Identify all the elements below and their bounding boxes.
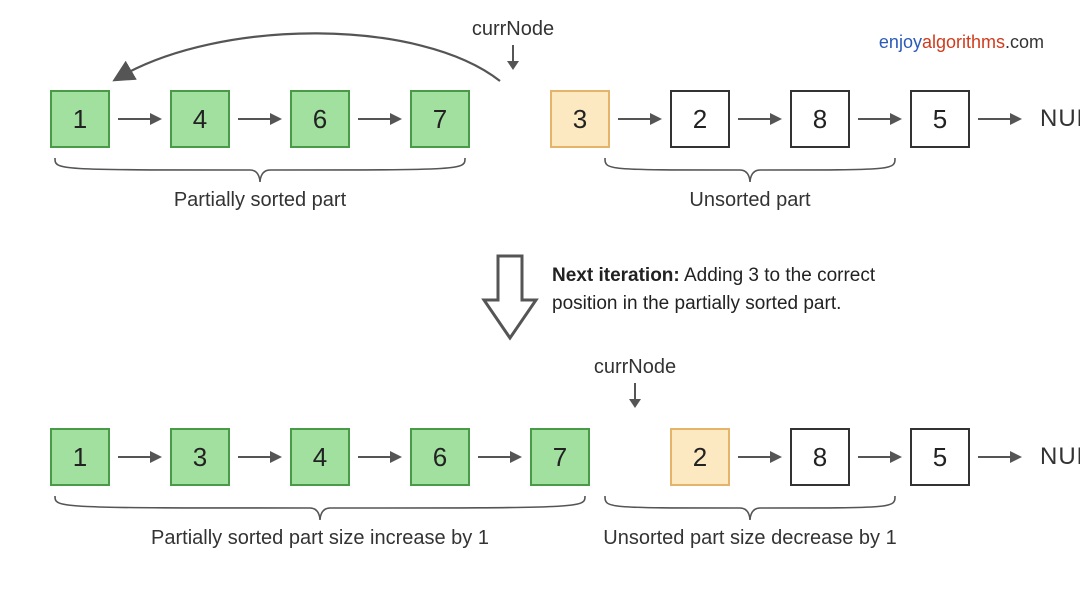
brace-icon bbox=[50, 156, 470, 184]
currnode-text: currNode bbox=[575, 356, 695, 379]
list-node: 6 bbox=[410, 428, 470, 486]
brace-label-sorted: Partially sorted part bbox=[50, 189, 470, 212]
brace-sorted-before: Partially sorted part bbox=[50, 156, 470, 212]
pointer-arrow-icon bbox=[598, 428, 662, 486]
brace-unsorted-after: Unsorted part size decrease by 1 bbox=[600, 494, 900, 550]
brace-label-unsorted: Unsorted part bbox=[600, 189, 900, 212]
list-node: 4 bbox=[170, 90, 230, 148]
pointer-arrow-icon bbox=[118, 428, 162, 486]
pointer-arrow-icon bbox=[978, 90, 1022, 148]
null-terminator: NULL bbox=[1040, 443, 1080, 471]
pointer-arrow-icon bbox=[858, 90, 902, 148]
list-node-current: 3 bbox=[550, 90, 610, 148]
brand-part-3: .com bbox=[1005, 32, 1044, 52]
pointer-arrow-icon bbox=[238, 428, 282, 486]
brace-unsorted-before: Unsorted part bbox=[600, 156, 900, 212]
curved-insert-arrow-icon bbox=[100, 26, 520, 96]
brace-icon bbox=[50, 494, 590, 522]
pointer-arrow-icon bbox=[738, 428, 782, 486]
linked-list-before: 1 4 6 7 3 2 8 5 NULL bbox=[50, 90, 1080, 148]
list-node: 1 bbox=[50, 90, 110, 148]
arrow-down-icon bbox=[626, 383, 644, 409]
list-node: 2 bbox=[670, 90, 730, 148]
iteration-caption-bold: Next iteration: bbox=[552, 265, 680, 286]
list-node-current: 2 bbox=[670, 428, 730, 486]
brace-sorted-after: Partially sorted part size increase by 1 bbox=[50, 494, 590, 550]
list-node: 8 bbox=[790, 428, 850, 486]
pointer-arrow-icon bbox=[738, 90, 782, 148]
brace-label-sorted-inc: Partially sorted part size increase by 1 bbox=[50, 527, 590, 550]
brace-icon bbox=[600, 156, 900, 184]
pointer-arrow-icon bbox=[238, 90, 282, 148]
null-terminator: NULL bbox=[1040, 105, 1080, 133]
brace-label-unsorted-dec: Unsorted part size decrease by 1 bbox=[600, 527, 900, 550]
pointer-arrow-icon bbox=[478, 90, 542, 148]
list-node: 7 bbox=[410, 90, 470, 148]
pointer-arrow-icon bbox=[118, 90, 162, 148]
list-node: 7 bbox=[530, 428, 590, 486]
currnode-label-stage2: currNode bbox=[575, 356, 695, 415]
pointer-arrow-icon bbox=[358, 428, 402, 486]
list-node: 6 bbox=[290, 90, 350, 148]
list-node: 3 bbox=[170, 428, 230, 486]
branding: enjoyalgorithms.com bbox=[879, 32, 1044, 53]
brand-part-1: enjoy bbox=[879, 32, 922, 52]
list-node: 5 bbox=[910, 428, 970, 486]
big-down-arrow-icon bbox=[480, 252, 540, 342]
pointer-arrow-icon bbox=[478, 428, 522, 486]
pointer-arrow-icon bbox=[858, 428, 902, 486]
iteration-caption: Next iteration: Adding 3 to the correct … bbox=[552, 262, 912, 317]
linked-list-after: 1 3 4 6 7 2 8 5 NULL bbox=[50, 428, 1080, 486]
pointer-arrow-icon bbox=[618, 90, 662, 148]
brace-icon bbox=[600, 494, 900, 522]
brand-part-2: algorithms bbox=[922, 32, 1005, 52]
list-node: 8 bbox=[790, 90, 850, 148]
pointer-arrow-icon bbox=[358, 90, 402, 148]
list-node: 1 bbox=[50, 428, 110, 486]
pointer-arrow-icon bbox=[978, 428, 1022, 486]
list-node: 4 bbox=[290, 428, 350, 486]
list-node: 5 bbox=[910, 90, 970, 148]
